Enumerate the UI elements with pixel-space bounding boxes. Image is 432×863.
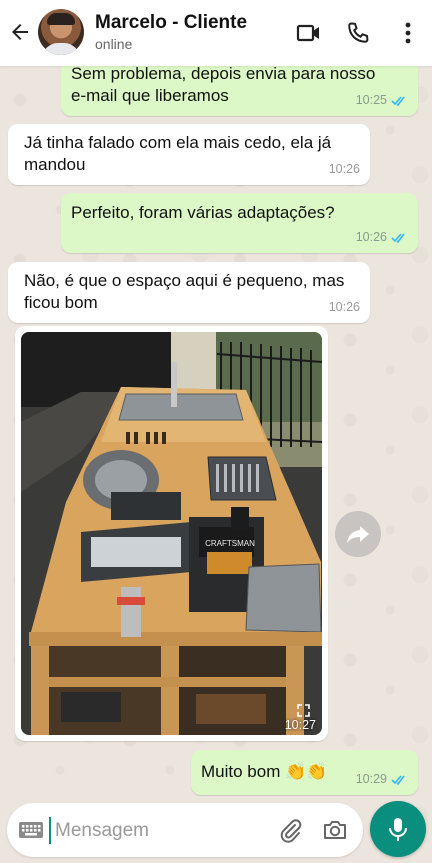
forward-button[interactable] (335, 511, 381, 557)
contact-name[interactable]: Marcelo - Cliente (95, 12, 247, 34)
message-meta: 10:29 (356, 768, 408, 790)
more-options-icon[interactable] (395, 20, 421, 46)
chat-header: Marcelo - Cliente online (0, 0, 432, 66)
photo-workbench[interactable]: CRAFTSMAN (21, 332, 322, 735)
message-input[interactable] (53, 813, 277, 849)
message-image-incoming[interactable]: CRAFTSMAN 10:27 (15, 326, 328, 741)
message-time: 10:27 (284, 718, 316, 732)
camera-icon[interactable] (322, 818, 348, 842)
message-text: Não, é que o espaço aqui é pequeno, mas … (24, 271, 345, 312)
message-meta: 10:26 (329, 296, 360, 318)
message-time: 10:26 (355, 230, 387, 244)
message-text: Já tinha falado com ela mais cedo, ela j… (24, 133, 332, 174)
attach-icon[interactable] (278, 817, 304, 843)
keyboard-icon[interactable] (18, 821, 44, 839)
expand-icon (297, 704, 310, 717)
avatar[interactable] (38, 9, 84, 55)
tool-brand-label: CRAFTSMAN (205, 539, 255, 548)
message-bubble-incoming[interactable]: Não, é que o espaço aqui é pequeno, mas … (8, 262, 370, 323)
text-caret (49, 817, 51, 844)
message-meta: 10:26 (356, 226, 408, 248)
read-ticks-icon (391, 232, 405, 243)
message-text: Perfeito, foram várias adaptações? (71, 203, 335, 222)
message-bubble-outgoing[interactable]: Muito bom 👏👏 10:29 (191, 750, 418, 795)
message-bubble-incoming[interactable]: Já tinha falado com ela mais cedo, ela j… (8, 124, 370, 185)
message-time: 10:26 (328, 162, 360, 176)
video-call-icon[interactable] (296, 20, 322, 46)
back-arrow-icon[interactable] (8, 20, 32, 44)
microphone-icon (389, 818, 407, 841)
message-text: Muito bom 👏👏 (201, 762, 328, 781)
read-ticks-icon (391, 774, 405, 785)
microphone-button[interactable] (370, 801, 426, 857)
message-bubble-outgoing[interactable]: Perfeito, foram várias adaptações? 10:26 (61, 193, 418, 253)
message-time: 10:25 (355, 93, 387, 107)
message-time: 10:29 (355, 772, 387, 786)
phone-call-icon[interactable] (345, 20, 371, 46)
read-ticks-icon (391, 95, 405, 106)
message-composer (7, 803, 363, 857)
forward-icon (347, 526, 369, 543)
message-meta: 10:25 (356, 89, 408, 111)
message-text: Sem problema, depois envia para nosso e-… (71, 64, 376, 105)
message-time: 10:26 (328, 300, 360, 314)
message-meta: 10:26 (329, 158, 360, 180)
contact-status: online (95, 36, 133, 52)
